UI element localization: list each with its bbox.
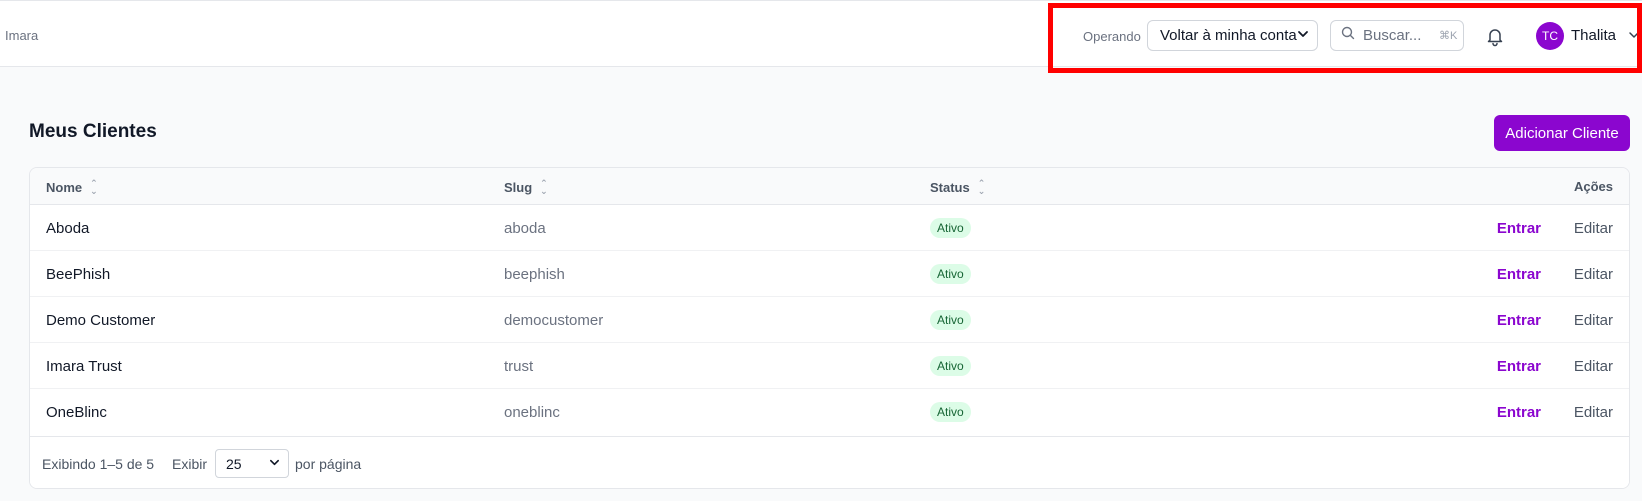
edit-link[interactable]: Editar [1574,358,1613,375]
sort-icon: ⌃ ⌄ [977,178,986,196]
client-slug: oneblinc [504,404,560,421]
column-header-status[interactable]: Status ⌃ ⌄ [930,178,986,196]
column-header-slug[interactable]: Slug ⌃ ⌄ [504,178,548,196]
per-page-suffix: por página [295,456,362,472]
table-header: Nome ⌃ ⌄ Slug ⌃ ⌄ Status ⌃ ⌄ Ações [30,168,1629,205]
per-page-label: Exibir [172,456,208,472]
operating-label: Operando [1083,29,1141,44]
table-row: Demo Customer democustomer Ativo Entrar … [30,297,1629,343]
edit-link[interactable]: Editar [1574,404,1613,421]
brand-name: Imara [5,28,39,43]
column-header-name[interactable]: Nome ⌃ ⌄ [46,178,98,196]
pagination-summary: Exibindo 1–5 de 5 [42,456,155,472]
search-shortcut: ⌘K [1439,30,1458,42]
page-title: Meus Clientes [29,121,157,142]
edit-link[interactable]: Editar [1574,266,1613,283]
client-name: BeePhish [46,266,111,283]
account-select-value: Voltar à minha conta [1160,27,1297,44]
bell-icon[interactable] [1484,25,1506,47]
top-bar: Imara Operando Voltar à minha conta ⌘K T… [0,0,1642,67]
status-badge: Ativo [930,402,971,422]
add-client-button[interactable]: Adicionar Cliente [1494,115,1630,151]
client-name: Aboda [46,220,90,237]
column-header-label: Ações [1573,179,1613,194]
enter-link[interactable]: Entrar [1497,312,1541,329]
chevron-down-icon [269,457,280,471]
sort-icon: ⌃ ⌄ [540,178,548,196]
column-header-actions: Ações [1574,179,1613,194]
column-header-label: Status [930,179,970,195]
search-box[interactable]: ⌘K [1330,20,1464,51]
table-row: OneBlinc oneblinc Ativo Entrar Editar [30,389,1629,435]
pagination-bar: Exibindo 1–5 de 5 Exibir 25 por página [30,436,1629,488]
status-badge: Ativo [930,264,971,284]
user-name[interactable]: Thalita [1571,27,1616,44]
enter-link[interactable]: Entrar [1497,220,1541,237]
client-slug: democustomer [504,312,604,329]
account-select[interactable]: Voltar à minha conta [1147,20,1318,51]
client-name: Imara Trust [46,358,122,375]
per-page-select[interactable]: 25 [215,449,289,478]
avatar[interactable]: TC [1536,22,1564,50]
client-slug: aboda [504,220,546,237]
search-icon [1341,26,1355,45]
client-slug: trust [504,358,534,375]
column-header-label: Slug [504,179,533,195]
table-row: Imara Trust trust Ativo Entrar Editar [30,343,1629,389]
edit-link[interactable]: Editar [1574,312,1613,329]
table-row: BeePhish beephish Ativo Entrar Editar [30,251,1629,297]
chevron-down-icon[interactable] [1628,28,1640,40]
enter-link[interactable]: Entrar [1497,358,1541,375]
status-badge: Ativo [930,356,971,376]
table-row: Aboda aboda Ativo Entrar Editar [30,205,1629,251]
client-name: Demo Customer [46,312,156,329]
client-slug: beephish [504,266,565,283]
sort-icon: ⌃ ⌄ [90,178,98,196]
enter-link[interactable]: Entrar [1497,404,1541,421]
per-page-value: 25 [226,455,242,472]
edit-link[interactable]: Editar [1574,220,1613,237]
enter-link[interactable]: Entrar [1497,266,1541,283]
search-input[interactable] [1363,27,1439,44]
column-header-label: Nome [46,179,83,195]
status-badge: Ativo [930,218,971,238]
clients-table: Nome ⌃ ⌄ Slug ⌃ ⌄ Status ⌃ ⌄ Ações Aboda ab… [29,167,1630,489]
chevron-down-icon [1297,28,1309,43]
client-name: OneBlinc [46,404,107,421]
status-badge: Ativo [930,310,971,330]
